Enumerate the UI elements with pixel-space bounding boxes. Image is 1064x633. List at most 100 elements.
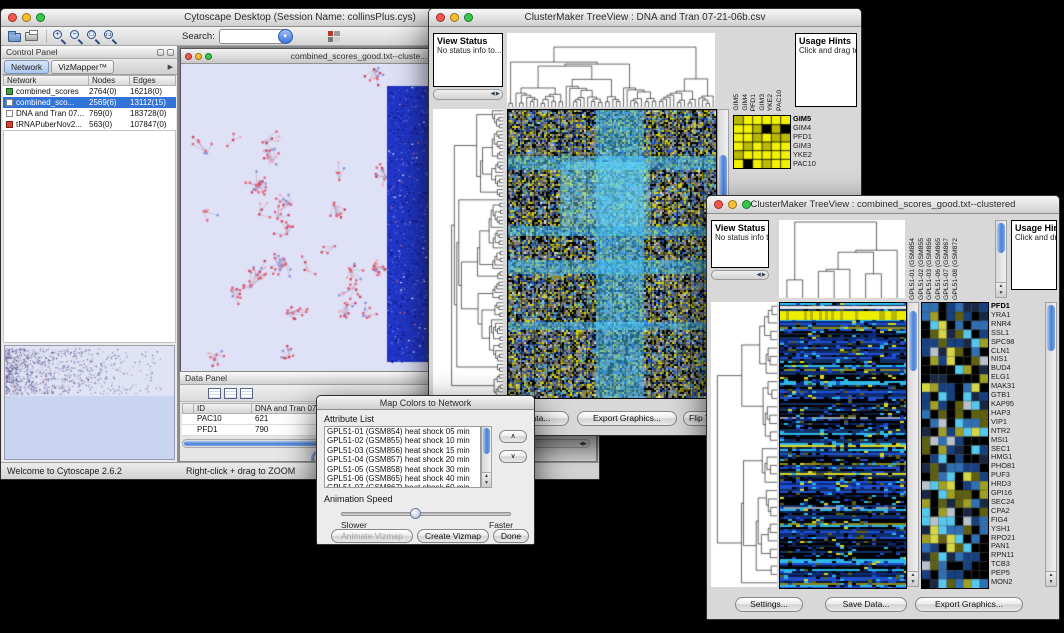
float-panel-icon[interactable]	[157, 49, 164, 56]
status-hscrollbar[interactable]: ◀▶	[711, 270, 769, 280]
move-down-button[interactable]: ∨	[499, 450, 527, 463]
attribute-list-item[interactable]: GPL51-04 (GSM857) heat shock 20 min	[325, 455, 480, 464]
zoom-out-icon[interactable]: −	[69, 29, 86, 44]
network-error-icon	[6, 121, 13, 128]
move-up-button[interactable]: ∧	[499, 430, 527, 443]
attribute-list-item[interactable]: GPL51-01 (GSM854) heat shock 05 min	[325, 427, 480, 436]
network-table-header[interactable]: Network Nodes Edges	[3, 75, 176, 86]
zoom-region-icon[interactable]: □	[86, 29, 103, 44]
dialog-titlebar[interactable]: Map Colors to Network	[317, 396, 534, 410]
hide-panel-icon[interactable]	[167, 49, 174, 56]
attribute-select-icon[interactable]	[208, 388, 221, 399]
maximize-icon[interactable]	[36, 13, 45, 22]
row-dendrogram-canvas[interactable]	[433, 109, 503, 397]
global-heatmap-canvas[interactable]	[507, 109, 717, 399]
col-network[interactable]: Network	[3, 75, 89, 86]
column-label[interactable]: GIM5	[733, 94, 742, 111]
animation-speed-slider[interactable]	[341, 512, 511, 516]
heatmap-vscrollbar[interactable]: ▲▼	[907, 302, 919, 587]
close-icon[interactable]	[8, 13, 17, 22]
vscrollbar-thumb[interactable]	[1047, 305, 1055, 351]
close-icon[interactable]	[714, 200, 723, 209]
network-row-selected[interactable]: combined_sco... 2569(6) 13112(15)	[3, 97, 176, 108]
save-data-button[interactable]: Save Data...	[825, 597, 907, 612]
column-label[interactable]: PAC10	[776, 90, 785, 111]
network-row[interactable]: tRNAPuberNov2... 563(0) 107847(0)	[3, 119, 176, 130]
attribute-list-item[interactable]: GPL51-06 (GSM865) heat shock 40 min	[325, 474, 480, 483]
create-vizmap-button[interactable]: Create Vizmap	[417, 529, 489, 543]
vscroll-arrows-icon[interactable]: ▲▼	[482, 472, 491, 487]
treeview-dna-titlebar[interactable]: ClusterMaker TreeView : DNA and Tran 07-…	[429, 9, 861, 27]
minimize-icon[interactable]	[450, 13, 459, 22]
col-nodes[interactable]: Nodes	[89, 75, 130, 86]
column-label[interactable]: YKE2	[767, 94, 776, 111]
attribute-list-item[interactable]: GPL51-03 (GSM856) heat shock 15 min	[325, 446, 480, 455]
zoom-heatmap-canvas[interactable]	[733, 115, 791, 169]
zoom-fit-icon[interactable]: 1:1	[103, 29, 120, 44]
vscrollbar-thumb[interactable]	[909, 311, 917, 371]
vscroll-arrows-icon[interactable]: ▲▼	[908, 571, 918, 586]
annotation-grid-icon[interactable]	[327, 29, 344, 44]
column-label[interactable]: GPL51-02 (GSM855	[918, 238, 927, 300]
print-icon[interactable]	[24, 29, 41, 44]
minimize-icon[interactable]	[728, 200, 737, 209]
tab-vizmapper[interactable]: VizMapper™	[51, 60, 114, 74]
animate-vizmap-button[interactable]: Animate Vizmap	[331, 529, 413, 543]
gene-label[interactable]: PAC10	[793, 160, 833, 169]
done-button[interactable]: Done	[493, 529, 529, 543]
column-label[interactable]: GPL51-01 (GSM854	[909, 238, 918, 300]
network-overview-panel[interactable]	[4, 345, 175, 460]
zoom-in-icon[interactable]: +	[52, 29, 69, 44]
slider-knob[interactable]	[410, 508, 421, 519]
tab-network[interactable]: Network	[4, 60, 49, 74]
attribute-create-icon[interactable]	[224, 388, 237, 399]
attribute-list-item[interactable]: GPL51-05 (GSM858) heat shock 30 min	[325, 465, 480, 474]
vscrollbar-thumb[interactable]	[483, 428, 490, 454]
col-edges[interactable]: Edges	[130, 75, 176, 86]
column-label[interactable]: GPL51-08 (GSM872	[952, 238, 961, 300]
close-icon[interactable]	[185, 53, 192, 60]
network-overview-thumbnail[interactable]	[5, 346, 174, 459]
treeview-combined-titlebar[interactable]: ClusterMaker TreeView : combined_scores_…	[707, 196, 1059, 214]
column-label[interactable]: GPL51-07 (GSM867	[943, 238, 952, 300]
top-vscrollbar[interactable]: ▲▼	[995, 220, 1007, 298]
map-colors-dialog: Map Colors to Network Attribute List GPL…	[316, 395, 535, 545]
vscroll-arrows-icon[interactable]: ▲▼	[996, 282, 1006, 297]
minimize-icon[interactable]	[195, 53, 202, 60]
export-graphics-button[interactable]: Export Graphics...	[577, 411, 677, 426]
minimize-icon[interactable]	[22, 13, 31, 22]
row-dendrogram-canvas[interactable]	[711, 302, 777, 587]
maximize-icon[interactable]	[205, 53, 212, 60]
column-label[interactable]: GPL51-03 (GSM856	[926, 238, 935, 300]
column-label[interactable]: GIM4	[742, 94, 751, 111]
list-vscrollbar[interactable]: ▲▼	[481, 426, 492, 488]
zoom-heatmap-canvas[interactable]	[921, 302, 989, 589]
settings-button[interactable]: Settings...	[735, 597, 803, 612]
global-heatmap-canvas[interactable]	[779, 302, 907, 589]
gene-label[interactable]: MON2	[991, 578, 1043, 587]
column-dendrogram-canvas[interactable]	[779, 220, 905, 298]
status-hscrollbar[interactable]: ◀▶	[433, 89, 503, 100]
gene-list-vscrollbar[interactable]: ▲▼	[1045, 302, 1057, 587]
attribute-list-item[interactable]: GPL51-07 (GSM867) heat shock 60 min	[325, 483, 480, 488]
export-graphics-button[interactable]: Export Graphics...	[915, 597, 1023, 612]
maximize-icon[interactable]	[742, 200, 751, 209]
combo-arrow-icon[interactable]: ▼	[278, 29, 293, 44]
vscrollbar-thumb[interactable]	[997, 223, 1005, 253]
search-input[interactable]: ▼	[219, 29, 293, 44]
attribute-delete-icon[interactable]	[240, 388, 253, 399]
open-folder-icon[interactable]	[7, 29, 24, 44]
attribute-list[interactable]: GPL51-01 (GSM854) heat shock 05 minGPL51…	[324, 426, 481, 488]
vscroll-arrows-icon[interactable]: ▲▼	[1046, 571, 1056, 586]
treeview-combined-window: ClusterMaker TreeView : combined_scores_…	[706, 195, 1060, 620]
column-dendrogram-canvas[interactable]	[507, 33, 715, 107]
attribute-list-item[interactable]: GPL51-02 (GSM855) heat shock 10 min	[325, 436, 480, 445]
dialog-body: Attribute List GPL51-01 (GSM854) heat sh…	[317, 410, 534, 544]
hscroll-arrows-icon[interactable]: ◀▶	[579, 440, 587, 448]
network-row[interactable]: DNA and Tran 07... 769(0) 183728(0)	[3, 108, 176, 119]
tab-overflow-icon[interactable]: ▶	[168, 63, 173, 71]
column-label[interactable]: PFD1	[750, 94, 759, 111]
maximize-icon[interactable]	[464, 13, 473, 22]
network-row[interactable]: combined_scores 2764(0) 16218(0)	[3, 86, 176, 97]
close-icon[interactable]	[436, 13, 445, 22]
